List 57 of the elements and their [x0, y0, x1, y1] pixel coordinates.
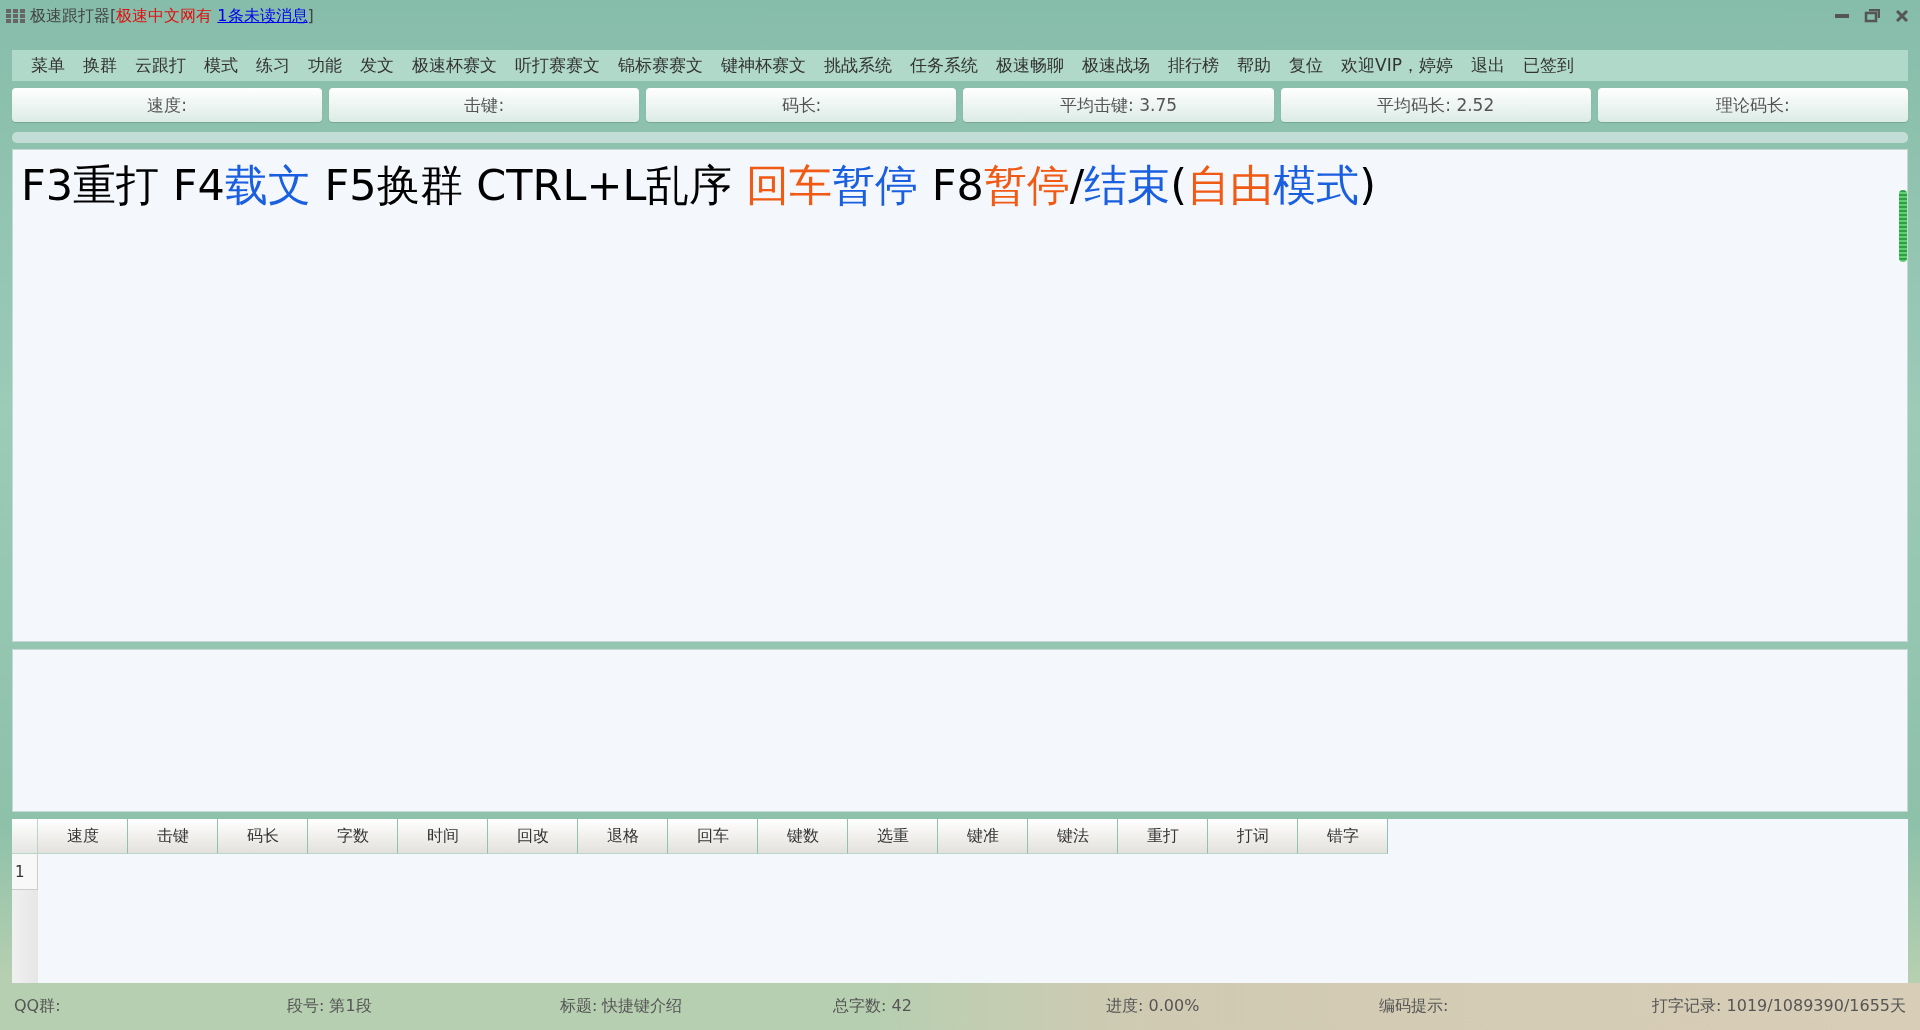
menu-item[interactable]: 键神杯赛文: [712, 54, 815, 77]
column-header[interactable]: 选重: [848, 819, 938, 854]
status-text: 段号: 第1段: [287, 996, 373, 1017]
unread-messages-link[interactable]: 1条未读消息: [217, 6, 308, 25]
practice-text: F3重打 F4载文 F5换群 CTRL+L乱序 回车暂停 F8暂停/结束(自由模式): [21, 159, 1377, 212]
stat-button[interactable]: 理论码长:: [1597, 88, 1908, 122]
menu-item[interactable]: 云跟打: [126, 54, 195, 77]
column-header[interactable]: 错字: [1298, 819, 1388, 854]
menu-item[interactable]: 听打赛赛文: [506, 54, 609, 77]
menu-item[interactable]: 挑战系统: [815, 54, 901, 77]
stat-button[interactable]: 平均击键: 3.75: [963, 88, 1274, 122]
menu-item[interactable]: 欢迎VIP，婷婷: [1332, 54, 1462, 77]
menu-item[interactable]: 复位: [1280, 54, 1332, 77]
stat-button[interactable]: 平均码长: 2.52: [1280, 88, 1591, 122]
grid-icon[interactable]: [6, 9, 26, 23]
column-header[interactable]: 码长: [218, 819, 308, 854]
column-header[interactable]: 速度: [38, 819, 128, 854]
status-text: QQ群:: [14, 996, 62, 1017]
menu-item[interactable]: 模式: [195, 54, 247, 77]
menu-item[interactable]: 极速畅聊: [987, 54, 1073, 77]
window-title: 极速跟打器[极速中文网有 1条未读消息]: [30, 6, 314, 27]
menu-item[interactable]: 退出: [1461, 54, 1514, 77]
column-header[interactable]: 回车: [668, 819, 758, 854]
column-header[interactable]: 字数: [308, 819, 398, 854]
column-header[interactable]: 键法: [1028, 819, 1118, 854]
menu-item[interactable]: 锦标赛赛文: [609, 54, 712, 77]
row-number: 1: [12, 854, 38, 890]
column-header[interactable]: 打词: [1208, 819, 1298, 854]
column-header[interactable]: 回改: [488, 819, 578, 854]
column-header[interactable]: 重打: [1118, 819, 1208, 854]
menu-item[interactable]: 帮助: [1228, 54, 1280, 77]
table-corner: [12, 819, 38, 854]
menu-item[interactable]: 换群: [74, 54, 126, 77]
stat-button[interactable]: 速度:: [12, 88, 323, 122]
menu-item[interactable]: 发文: [351, 54, 403, 77]
status-text: 编码提示:: [1379, 996, 1450, 1017]
stat-button[interactable]: 击键:: [329, 88, 640, 122]
column-header[interactable]: 退格: [578, 819, 668, 854]
menu-item[interactable]: 功能: [299, 54, 351, 77]
scroll-thumb[interactable]: [1899, 190, 1907, 262]
column-header[interactable]: 时间: [398, 819, 488, 854]
menu-item[interactable]: 极速战场: [1073, 54, 1159, 77]
status-text: 进度: 0.00%: [1106, 996, 1201, 1017]
menu-item[interactable]: 菜单: [22, 54, 74, 77]
status-text: 打字记录: 1019/1089390/1655天: [1652, 996, 1906, 1017]
column-header[interactable]: 击键: [128, 819, 218, 854]
input-field[interactable]: [12, 649, 1908, 812]
menu-item[interactable]: 任务系统: [901, 54, 987, 77]
menu-item[interactable]: 已签到: [1513, 54, 1583, 77]
menu-item[interactable]: 排行榜: [1159, 54, 1228, 77]
status-text: 总字数: 42: [833, 996, 913, 1017]
stat-button[interactable]: 码长:: [646, 88, 957, 122]
column-header[interactable]: 键准: [938, 819, 1028, 854]
menu-item[interactable]: 练习: [247, 54, 299, 77]
column-header[interactable]: 键数: [758, 819, 848, 854]
status-text: 标题: 快捷键介绍: [560, 996, 684, 1017]
menu-item[interactable]: 极速杯赛文: [403, 54, 506, 77]
